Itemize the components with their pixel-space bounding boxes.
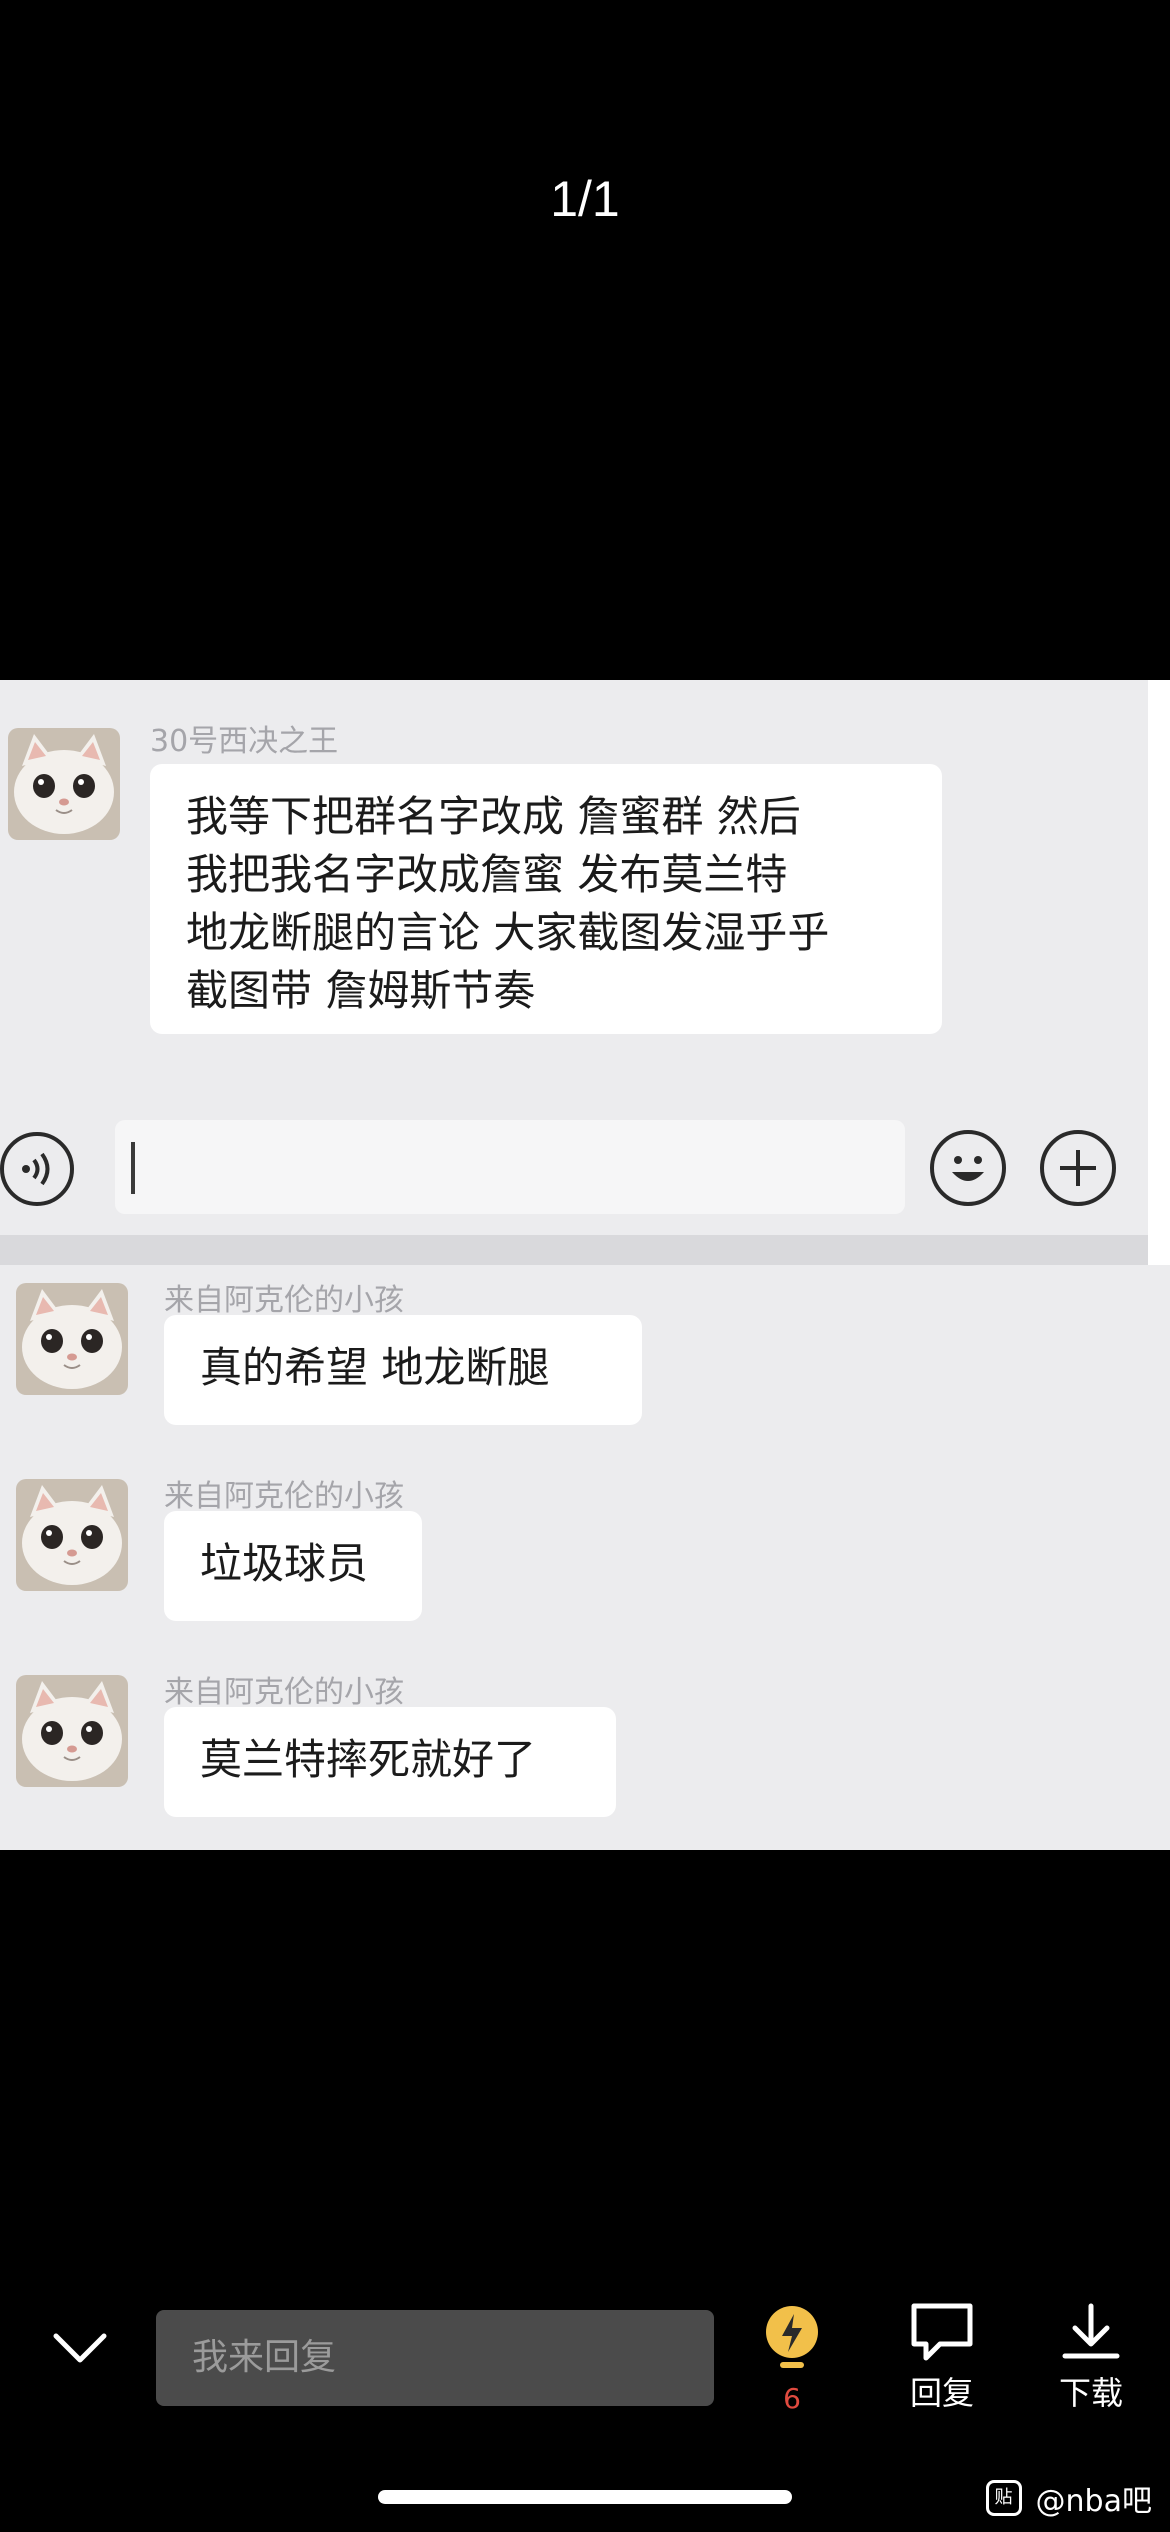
message-bubble: 真的希望 地龙断腿 [164, 1315, 642, 1425]
message-bubble: 垃圾球员 [164, 1511, 422, 1621]
message-bubble: 莫兰特摔死就好了 [164, 1707, 616, 1817]
plus-icon [1040, 1130, 1116, 1206]
lightning-icon [766, 2306, 818, 2368]
chevron-down-icon[interactable] [48, 2316, 112, 2380]
sender-name: 30号西决之王 [150, 724, 339, 759]
voice-icon [0, 1132, 74, 1206]
download-button[interactable]: 下载 [1036, 2302, 1146, 2414]
message-line: 我等下把群名字改成 詹蜜群 然后 [186, 792, 801, 841]
chat-panel-bottom: 来自阿克伦的小孩 真的希望 地龙断腿 来自阿克伦的小孩 垃圾球员 来自阿克伦的小… [0, 1265, 1170, 1850]
reply-button[interactable]: 回复 [887, 2302, 997, 2414]
tieba-logo-icon: 贴 [985, 2480, 1022, 2516]
watermark-text: @nba吧 [1035, 2484, 1152, 2519]
download-label: 下载 [1058, 2374, 1123, 2412]
message-input [115, 1120, 905, 1214]
reply-input[interactable]: 我来回复 [156, 2310, 714, 2406]
bottom-toolbar: 我来回复 6 回复 下载 [0, 2280, 1170, 2420]
home-indicator [378, 2490, 792, 2504]
message-line: 我把我名字改成詹蜜 发布莫兰特 [186, 850, 788, 899]
message-text: 莫兰特摔死就好了 [200, 1735, 537, 1784]
sender-name: 来自阿克伦的小孩 [164, 1479, 404, 1514]
image-edge [1148, 680, 1170, 1265]
reply-label: 回复 [909, 2374, 974, 2412]
sender-name: 来自阿克伦的小孩 [164, 1283, 404, 1318]
boost-button[interactable]: 6 [760, 2304, 824, 2415]
sender-name: 来自阿克伦的小孩 [164, 1675, 404, 1710]
cat-avatar [16, 1479, 128, 1591]
divider [0, 1235, 1148, 1265]
shared-screenshot-image[interactable]: 30号西决之王 我等下把群名字改成 詹蜜群 然后 我把我名字改成詹蜜 发布莫兰特… [0, 680, 1170, 1850]
message-bubble: 我等下把群名字改成 詹蜜群 然后 我把我名字改成詹蜜 发布莫兰特 地龙断腿的言论… [150, 764, 942, 1034]
message-text: 垃圾球员 [200, 1539, 369, 1588]
emoji-icon [930, 1130, 1006, 1206]
cat-avatar [16, 1675, 128, 1787]
text-cursor [131, 1142, 135, 1194]
chat-panel-top: 30号西决之王 我等下把群名字改成 詹蜜群 然后 我把我名字改成詹蜜 发布莫兰特… [0, 680, 1148, 1265]
message-line: 地龙断腿的言论 大家截图发湿乎乎 [186, 908, 830, 957]
cat-avatar [8, 728, 120, 840]
cat-avatar [16, 1283, 128, 1395]
comment-icon [911, 2303, 973, 2361]
chat-input-bar [0, 1100, 1148, 1230]
message-line: 截图带 詹姆斯节奏 [186, 966, 536, 1015]
boost-count: 6 [783, 2382, 801, 2415]
message-text: 真的希望 地龙断腿 [200, 1343, 550, 1392]
watermark: 贴 @nba吧 [985, 2476, 1152, 2520]
image-counter: 1/1 [550, 171, 620, 227]
download-icon [1062, 2303, 1120, 2359]
